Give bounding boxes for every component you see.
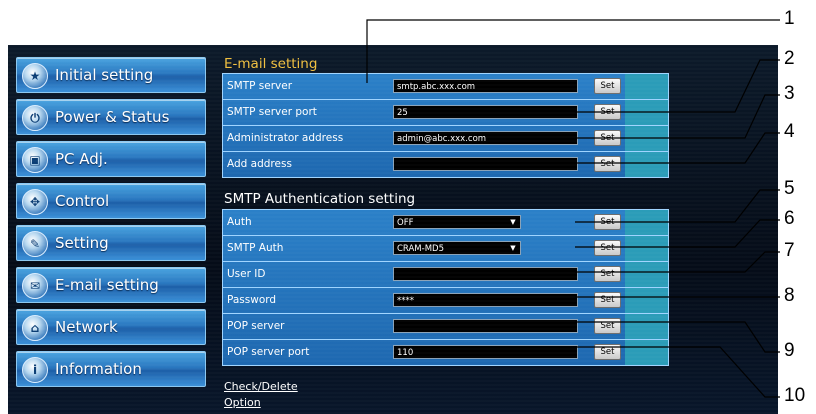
callout-number-2: 2	[784, 48, 795, 69]
callout-line-6	[575, 219, 780, 248]
callout-line-2	[575, 59, 780, 113]
callout-number-1: 1	[784, 8, 795, 29]
callout-line-3	[575, 94, 780, 139]
callout-line-1	[366, 19, 780, 83]
callout-number-5: 5	[784, 178, 795, 199]
callout-line-10	[575, 346, 780, 398]
callout-number-9: 9	[784, 340, 795, 361]
callout-lines	[366, 19, 780, 398]
callout-number-10: 10	[784, 385, 806, 406]
callout-number-4: 4	[784, 121, 795, 142]
callout-line-5	[575, 189, 780, 223]
callout-line-7	[575, 251, 780, 273]
callout-number-7: 7	[784, 240, 795, 261]
callout-number-8: 8	[784, 285, 795, 306]
callout-number-3: 3	[784, 83, 795, 104]
callout-number-6: 6	[784, 208, 795, 229]
